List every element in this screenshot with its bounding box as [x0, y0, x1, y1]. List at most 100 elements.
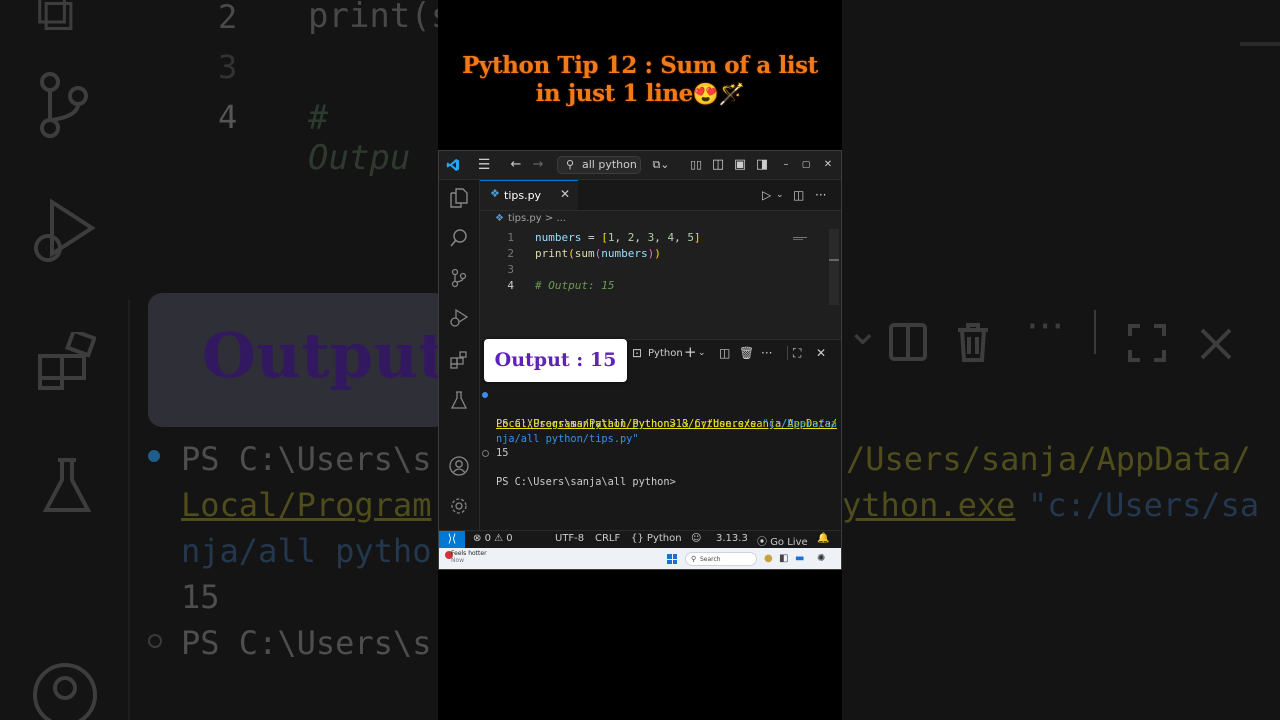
ghost-close-icon	[1198, 312, 1234, 375]
run-file-icon[interactable]: ▷	[762, 188, 771, 202]
go-live-button[interactable]: ⦿ Go Live	[757, 533, 808, 548]
account-icon[interactable]	[439, 456, 479, 481]
toggle-sidebar-icon[interactable]: ◫	[711, 151, 725, 179]
python-file-icon: ❖	[490, 187, 500, 200]
ghost-extensions-icon	[38, 328, 97, 403]
ghost-line-num: 4	[218, 98, 238, 136]
command-decoration-icon	[482, 392, 488, 398]
editor-scrollbar[interactable]	[829, 229, 839, 305]
customize-layout-icon[interactable]: ▯▯	[689, 151, 703, 179]
ghost-code: print(s	[308, 0, 438, 36]
copilot-icon[interactable]: ⧉⌄	[649, 151, 673, 179]
close-tab-icon[interactable]: ✕	[560, 187, 570, 201]
editor-tabs: ❖ tips.py ✕ ▷ ⌄ ◫ ···	[480, 180, 841, 211]
breadcrumb-file[interactable]: tips.py	[508, 213, 542, 224]
ghost-output-badge: Output	[148, 293, 438, 427]
split-editor-icon[interactable]: ◫	[793, 188, 804, 202]
terminal-name[interactable]: Python	[648, 348, 683, 359]
output-badge: Output : 15	[484, 339, 627, 382]
command-center-search[interactable]: ⚲ all python	[557, 156, 641, 174]
python-file-icon: ❖	[495, 213, 504, 224]
title-line-1: Python Tip 12 : Sum of a list	[462, 52, 818, 79]
menu-icon[interactable]: ☰	[475, 151, 493, 179]
run-debug-icon[interactable]	[439, 308, 479, 333]
breadcrumb-chevron-icon: >	[544, 213, 554, 224]
code-line: 4 # Output: 15	[480, 278, 830, 294]
maximize-panel-icon[interactable]: ⛶	[793, 346, 801, 361]
forward-arrow-icon[interactable]: →	[531, 151, 545, 179]
trash-icon[interactable]: 🗑	[739, 346, 754, 360]
search-view-icon[interactable]	[439, 228, 479, 253]
copilot-status-icon[interactable]: ☺	[691, 533, 701, 544]
activity-bar	[439, 180, 480, 530]
ghost-sep	[1094, 310, 1096, 354]
search-icon: ⚲	[566, 158, 575, 171]
breadcrumb-symbols[interactable]: ...	[556, 213, 566, 224]
chatgpt-app-icon[interactable]: ✺	[817, 552, 825, 566]
terminal-output[interactable]: PS C:\Users\sanja\all python> & C:/Users…	[482, 388, 837, 488]
testing-icon[interactable]	[439, 390, 479, 415]
problems-indicator[interactable]: ⊗ 0 ⚠ 0	[473, 533, 513, 544]
close-window-icon[interactable]: ✕	[823, 151, 833, 179]
code-editor[interactable]: 1 numbers = [1, 2, 3, 4, 5] 2 print(sum(…	[480, 226, 841, 368]
command-decoration-icon	[482, 450, 489, 457]
ghost-code: # Outpu	[308, 98, 411, 178]
scrollbar-thumb[interactable]	[829, 259, 839, 261]
explorer-icon[interactable]	[439, 188, 479, 213]
terminal-dropdown-chevron-icon[interactable]: ⌄	[698, 348, 706, 358]
braces-icon: {}	[631, 533, 644, 544]
ghost-maximize-panel-icon	[1128, 312, 1166, 375]
ghost-files-icon: ⧉	[36, 0, 75, 43]
ghost-terminal-line: "c:/Users/sa	[1028, 486, 1260, 524]
tab-tips-py[interactable]: ❖ tips.py ✕	[480, 180, 578, 210]
minimize-icon[interactable]: –	[781, 151, 791, 179]
python-version[interactable]: 3.13.3	[716, 533, 748, 544]
ghost-dot	[148, 450, 160, 462]
split-terminal-icon[interactable]: ◫	[719, 346, 730, 360]
windows-start-icon[interactable]	[667, 554, 677, 564]
ghost-account-icon	[32, 662, 98, 720]
breadcrumb: ❖ tips.py > ...	[495, 213, 566, 224]
extensions-icon[interactable]	[439, 350, 479, 374]
ghost-terminal-line: ython.exe	[842, 486, 1016, 524]
close-panel-icon[interactable]: ✕	[816, 346, 826, 360]
remote-indicator-icon[interactable]: ⟩⟨	[439, 531, 465, 548]
taskbar-app-icon[interactable]: ●	[764, 552, 773, 566]
ghost-terminal-line: PS C:\Users\s	[181, 440, 432, 478]
panel-separator	[787, 346, 788, 360]
toggle-panel-icon[interactable]: ▣	[733, 151, 747, 179]
line-number: 2	[507, 247, 514, 260]
toggle-secondary-sidebar-icon[interactable]: ◨	[755, 151, 769, 179]
task-view-icon[interactable]: ◧	[779, 552, 788, 566]
source-control-icon[interactable]	[439, 268, 479, 293]
back-arrow-icon[interactable]: ←	[509, 151, 523, 179]
weather-widget[interactable]: Feels hotter Now	[451, 550, 487, 564]
taskbar-app-icon[interactable]: ▬	[795, 552, 804, 566]
title-line-2: in just 1 line😍🪄	[535, 80, 745, 107]
ghost-dot	[148, 634, 162, 648]
language-mode[interactable]: {} Python	[631, 533, 682, 544]
ghost-testing-icon	[40, 456, 94, 529]
minimap[interactable]	[793, 226, 811, 240]
ghost-terminal-line: /Users/sanja/AppData/	[846, 440, 1251, 478]
encoding-status[interactable]: UTF-8	[555, 533, 584, 544]
settings-gear-icon[interactable]	[439, 496, 479, 521]
title-bar: ☰ ← → ⚲ all python ⧉⌄ ▯▯ ◫ ▣ ◨ – ▢ ✕	[439, 151, 841, 180]
ghost-split-icon	[888, 312, 928, 375]
more-actions-icon[interactable]: ···	[815, 188, 826, 202]
notifications-bell-icon[interactable]: 🔔	[817, 533, 829, 544]
ghost-scroll	[1240, 42, 1280, 46]
ghost-run-debug-icon	[32, 196, 98, 285]
terminal-line: nja/all python/tips.py"	[496, 432, 639, 445]
taskbar-search[interactable]: ⚲ Search	[685, 552, 757, 566]
ghost-source-control-icon	[38, 70, 90, 153]
more-actions-icon[interactable]: ···	[761, 346, 772, 360]
broadcast-icon: ⦿	[757, 537, 767, 548]
windows-taskbar: Feels hotter Now ⚲ Search ● ◧ ▬ ✺	[439, 548, 841, 569]
ghost-terminal-line: Local/Program	[181, 486, 432, 524]
maximize-icon[interactable]: ▢	[801, 151, 811, 179]
run-dropdown-chevron-icon[interactable]: ⌄	[776, 190, 784, 200]
eol-status[interactable]: CRLF	[595, 533, 620, 544]
emoji-icon: 😍🪄	[692, 81, 745, 106]
new-terminal-icon[interactable]: +	[684, 343, 697, 361]
